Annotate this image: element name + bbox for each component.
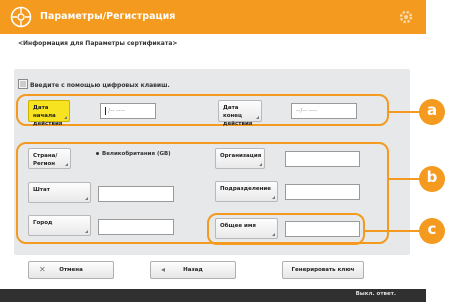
organization-button[interactable]: Организация — [215, 148, 265, 169]
callout-b: b — [419, 166, 445, 192]
page-title: Параметры/Регистрация — [40, 11, 176, 22]
settings-logo-icon — [10, 6, 32, 28]
state-button[interactable]: Штат — [28, 182, 91, 203]
generate-key-button[interactable]: Генерировать ключ — [282, 261, 364, 279]
start-date-button[interactable]: Дата начала действия — [28, 100, 70, 127]
common-name-button[interactable]: Общее имя — [215, 218, 278, 239]
common-name-field[interactable] — [285, 221, 360, 237]
state-field[interactable] — [98, 186, 174, 202]
screen-subtitle: <Информация для Параметры сертификата> — [18, 40, 178, 47]
start-date-field[interactable]: /-- ---- — [100, 103, 156, 119]
callout-a-line — [389, 111, 421, 113]
callout-c: c — [419, 218, 445, 244]
back-button[interactable]: ◂ Назад — [150, 261, 236, 279]
country-value: Великобритания (GB) — [96, 151, 171, 157]
radio-dot-icon — [96, 152, 99, 155]
organization-field[interactable] — [285, 151, 360, 167]
unit-button[interactable]: Подразделение — [215, 181, 278, 202]
footer-status: Выкл. ответ. — [355, 291, 396, 297]
callout-a: a — [419, 99, 445, 125]
unit-field[interactable] — [285, 184, 360, 200]
close-icon: ✕ — [39, 265, 46, 274]
callout-c-line — [365, 230, 421, 232]
end-date-field[interactable]: --/-- ---- — [291, 103, 357, 119]
country-button[interactable]: Страна/Регион — [28, 148, 71, 169]
city-field[interactable] — [98, 219, 174, 235]
cancel-button[interactable]: ✕ Отмена — [28, 261, 114, 279]
title-bar: Параметры/Регистрация — [0, 0, 426, 34]
status-bar: Выкл. ответ. — [0, 289, 426, 302]
gear-icon[interactable] — [397, 8, 415, 26]
back-arrow-icon: ◂ — [161, 265, 166, 274]
keypad-icon — [18, 79, 28, 89]
instruction-text: Введите с помощью цифровых клавиш. — [30, 82, 170, 89]
callout-b-line — [389, 178, 421, 180]
city-button[interactable]: Город — [28, 215, 91, 236]
end-date-button[interactable]: Дата конец действия — [218, 100, 262, 127]
